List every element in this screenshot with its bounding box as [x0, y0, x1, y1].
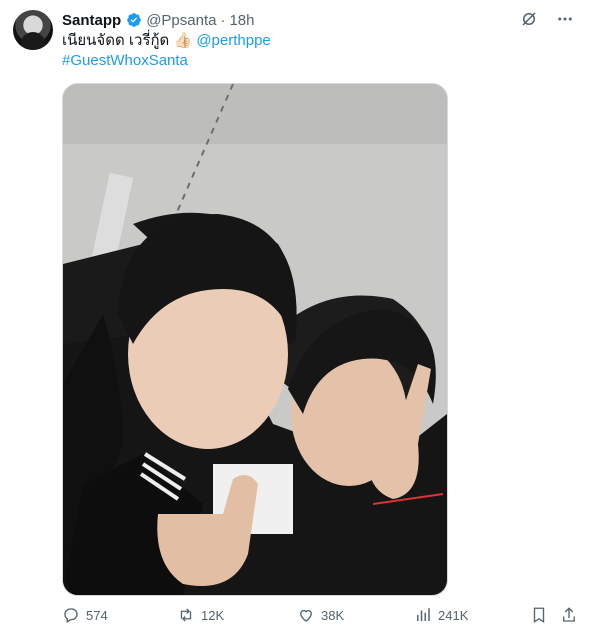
tweet-text: เนียนจัดด เวรี่กู้ด 👍🏻 @perthppe	[62, 31, 271, 51]
bookmark-icon	[533, 607, 545, 624]
repost-button[interactable]: 12K	[177, 606, 224, 624]
tweet[interactable]: Santapp @Ppsanta · 18h เนียนจัดด เวรี่กู…	[0, 0, 589, 640]
repost-count: 12K	[201, 607, 225, 623]
action-bar: 574 12K 38K 241K	[62, 606, 582, 628]
views-icon	[417, 608, 430, 621]
reply-count: 574	[86, 607, 108, 623]
reply-icon	[64, 608, 78, 623]
timestamp[interactable]: 18h	[229, 12, 254, 29]
hashtag-line: #GuestWhoxSanta	[62, 51, 188, 71]
like-icon	[300, 609, 312, 622]
grok-icon[interactable]	[519, 9, 539, 29]
hashtag-link[interactable]: #GuestWhoxSanta	[62, 52, 188, 69]
separator-dot: ·	[220, 11, 226, 29]
selfie-image	[63, 84, 447, 595]
tweet-header: Santapp @Ppsanta · 18h	[62, 10, 255, 30]
tweet-text-thai: เนียนจัดด เวรี่กู้ด	[62, 32, 170, 49]
author-handle[interactable]: @Ppsanta	[146, 12, 216, 29]
like-button[interactable]: 38K	[297, 606, 344, 624]
verified-badge-icon	[127, 13, 142, 27]
like-count: 38K	[321, 607, 345, 623]
more-icon[interactable]	[555, 9, 575, 29]
author-name[interactable]: Santapp	[62, 12, 121, 29]
avatar[interactable]	[13, 10, 53, 50]
tweet-photo[interactable]	[62, 83, 448, 596]
reply-button[interactable]: 574	[62, 606, 108, 624]
thumbs-up-emoji: 👍🏻	[173, 32, 193, 49]
views-button[interactable]: 241K	[414, 606, 468, 624]
views-count: 241K	[438, 607, 469, 623]
repost-icon	[180, 608, 192, 622]
mention-link[interactable]: @perthppe	[196, 32, 270, 49]
bookmark-button[interactable]	[530, 606, 548, 624]
top-actions	[519, 9, 575, 29]
share-button[interactable]	[560, 606, 578, 624]
share-icon	[563, 607, 575, 622]
